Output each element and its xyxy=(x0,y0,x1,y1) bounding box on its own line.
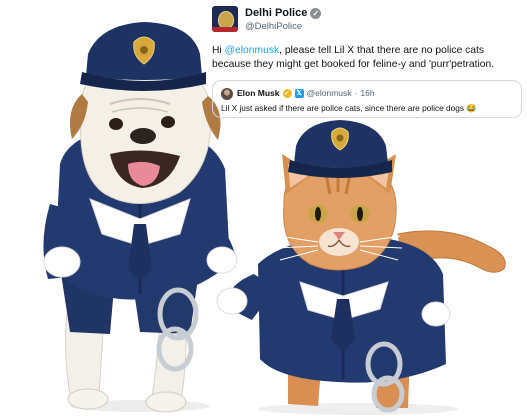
delhi-police-avatar[interactable] xyxy=(212,6,238,32)
quoted-tweet[interactable]: Elon Musk ✓ 𝕏 @elonmusk · 16h Lil X just… xyxy=(212,80,522,118)
verified-badge-icon: ✓ xyxy=(310,7,322,19)
verified-gold-badge-icon: ✓ xyxy=(282,88,292,98)
quoted-timestamp[interactable]: 16h xyxy=(360,88,374,98)
author-name[interactable]: Delhi Police xyxy=(245,7,307,19)
author-name-row: Delhi Police ✓ xyxy=(245,7,322,19)
tweet-text-prefix: Hi xyxy=(212,45,225,56)
quoted-tweet-text: Lil X just asked if there are police cat… xyxy=(221,103,477,113)
tweet-card: Delhi Police ✓ @DelhiPolice Hi @elonmusk… xyxy=(210,4,524,122)
dot-separator: · xyxy=(354,88,358,98)
elon-musk-avatar[interactable] xyxy=(221,88,233,100)
tweet-text: Hi @elonmusk, please tell Lil X that the… xyxy=(212,44,524,72)
quoted-tweet-header: Elon Musk ✓ 𝕏 @elonmusk · 16h xyxy=(237,88,375,98)
author-handle[interactable]: @DelhiPolice xyxy=(245,21,302,32)
x-badge-icon: 𝕏 xyxy=(294,88,304,98)
cat-photo xyxy=(216,120,506,415)
meme-image: Delhi Police ✓ @DelhiPolice Hi @elonmusk… xyxy=(0,0,527,416)
mention-link[interactable]: @elonmusk xyxy=(225,45,280,56)
quoted-author-name[interactable]: Elon Musk xyxy=(237,88,280,98)
quoted-author-handle[interactable]: @elonmusk xyxy=(307,88,352,98)
